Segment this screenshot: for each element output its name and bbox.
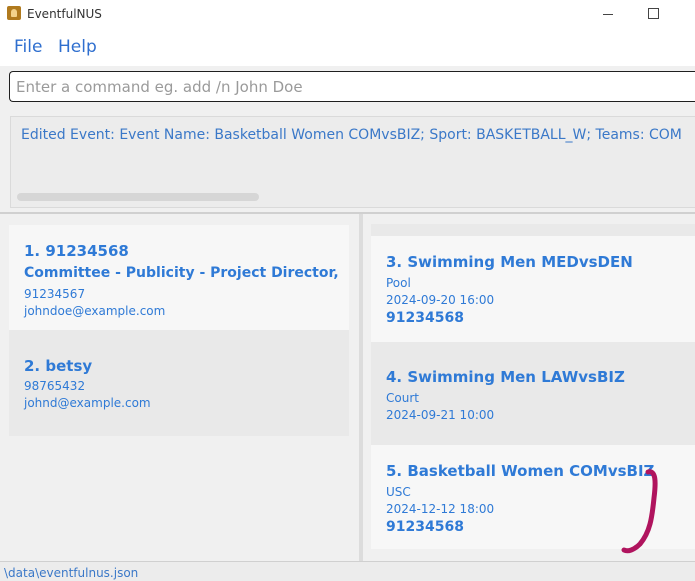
- pen-annotation-mark: [621, 469, 658, 554]
- minimize-icon[interactable]: [596, 4, 620, 24]
- result-display: Edited Event: Event Name: Basketball Wom…: [10, 116, 695, 208]
- save-location: \data\eventfulnus.json: [4, 566, 139, 580]
- event-title: 3. Swimming Men MEDvsDEN: [386, 253, 633, 271]
- person-card[interactable]: 1. 91234568 Committee - Publicity - Proj…: [9, 225, 349, 330]
- event-venue: Court: [386, 391, 419, 405]
- menu-bar: File Help: [0, 28, 695, 66]
- command-input[interactable]: [16, 72, 686, 101]
- event-datetime: 2024-09-20 16:00: [386, 293, 495, 307]
- result-message: Edited Event: Event Name: Basketball Wom…: [21, 127, 682, 143]
- person-role: Committee - Publicity - Project Director…: [24, 265, 339, 281]
- event-card-partial: [371, 224, 695, 236]
- person-title: 1. 91234568: [24, 242, 129, 260]
- person-card[interactable]: 2. betsy 98765432 johnd@example.com: [9, 330, 349, 436]
- event-venue: Pool: [386, 276, 411, 290]
- event-title: 4. Swimming Men LAWvsBIZ: [386, 368, 625, 386]
- event-datetime: 2024-09-21 10:00: [386, 408, 495, 422]
- event-extra: 91234568: [386, 519, 464, 535]
- menu-help[interactable]: Help: [58, 37, 97, 57]
- person-list-panel: 1. 91234568 Committee - Publicity - Proj…: [0, 214, 359, 561]
- window-title: EventfulNUS: [27, 7, 102, 21]
- person-list-empty-area: [9, 436, 349, 561]
- horizontal-scrollbar[interactable]: [17, 193, 259, 201]
- menu-file[interactable]: File: [14, 37, 42, 57]
- event-extra: 91234568: [386, 310, 464, 326]
- status-bar: \data\eventfulnus.json: [0, 561, 695, 581]
- event-venue: USC: [386, 485, 411, 499]
- event-card[interactable]: 3. Swimming Men MEDvsDEN Pool 2024-09-20…: [371, 236, 695, 342]
- person-email: johnd@example.com: [24, 396, 151, 410]
- person-phone: 98765432: [24, 379, 86, 393]
- person-phone: 91234567: [24, 287, 86, 301]
- command-box[interactable]: [9, 71, 695, 102]
- event-datetime: 2024-12-12 18:00: [386, 502, 495, 516]
- person-email: johndoe@example.com: [24, 304, 166, 318]
- event-card[interactable]: 4. Swimming Men LAWvsBIZ Court 2024-09-2…: [371, 342, 695, 445]
- title-bar: EventfulNUS: [0, 0, 695, 28]
- person-title: 2. betsy: [24, 357, 93, 375]
- app-icon: [7, 6, 21, 20]
- maximize-icon[interactable]: [641, 4, 665, 24]
